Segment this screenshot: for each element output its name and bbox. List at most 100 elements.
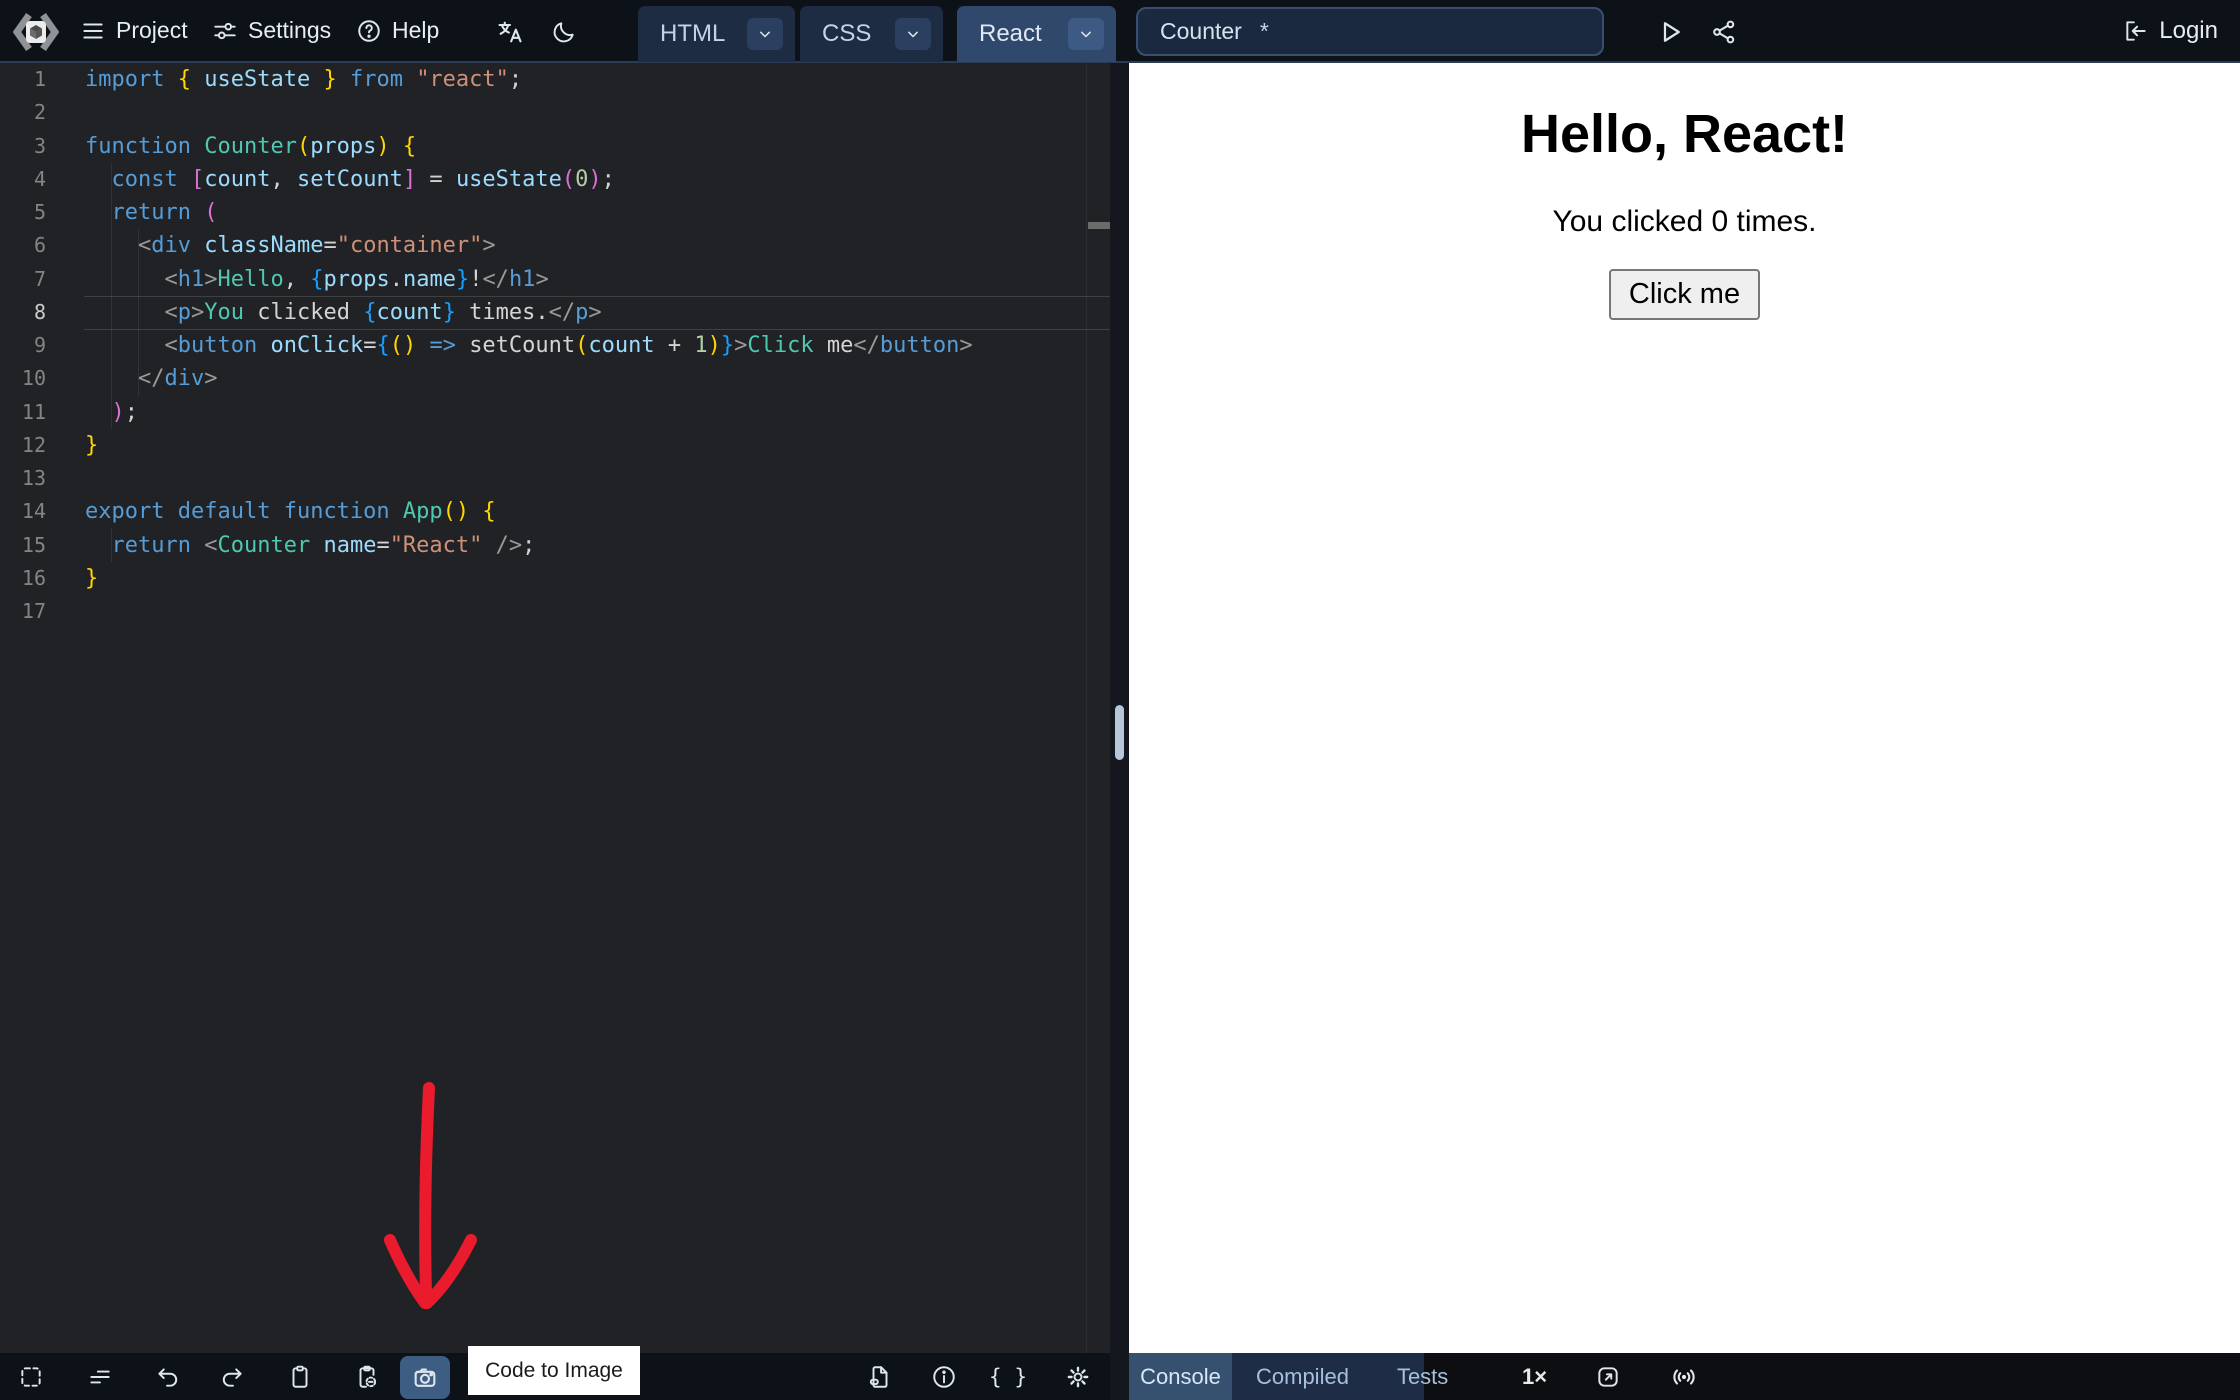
code-text: function Counter(props) { [85,133,417,159]
menu-settings[interactable]: Settings [212,0,331,61]
line-number: 14 [21,499,46,524]
code-line-16[interactable]: 16} [0,562,1110,595]
menu-settings-label: Settings [248,17,332,43]
indent-guide [111,528,112,562]
project-title-text: Counter [1160,18,1242,44]
preview-pane: Hello, React! You clicked 0 times. Click… [1129,63,2240,1353]
scrollbar-track [1086,63,1087,1353]
pane-divider[interactable] [1110,63,1129,1400]
tab-react[interactable]: React [957,6,1116,62]
menu-help[interactable]: Help [356,0,439,61]
indent-guide [111,163,112,429]
tab-react-label: React [979,20,1042,47]
gear-icon [1067,1366,1089,1388]
code-line-5[interactable]: 5 return ( [0,196,1110,229]
run-button[interactable] [1652,14,1688,50]
login-button[interactable]: Login [2123,0,2218,61]
line-number: 16 [21,565,46,590]
undo-button[interactable] [153,1363,181,1391]
code-line-15[interactable]: 15 return <Counter name="React" />; [0,529,1110,562]
open-external-button[interactable] [1593,1353,1623,1400]
tab-css[interactable]: CSS [800,6,943,62]
translate-icon[interactable] [492,14,528,50]
code-line-11[interactable]: 11 ); [0,396,1110,429]
sliders-icon [214,22,236,39]
menu-help-label: Help [392,17,440,43]
moon-icon[interactable] [546,14,582,50]
selection-icon [21,1367,41,1387]
code-text: </div> [137,366,218,392]
line-number: 11 [21,399,46,424]
divider-drag-handle[interactable] [1115,705,1124,760]
code-line-9[interactable]: 9 <button onClick={() => setCount(count … [0,329,1110,362]
tab-tests-label: Tests [1396,1363,1449,1389]
paste-button[interactable] [286,1363,314,1391]
code-text: <button onClick={() => setCount(count + … [164,333,973,358]
tab-html[interactable]: HTML [638,6,795,62]
line-number: 7 [33,266,46,291]
copy-button[interactable] [353,1363,381,1391]
code-line-12[interactable]: 12} [0,429,1110,462]
line-number: 4 [33,166,46,191]
info-button[interactable] [930,1363,958,1391]
format-icon [90,1370,110,1384]
code-line-7[interactable]: 7 <h1>Hello, {props.name}!</h1> [0,263,1110,296]
code-text: } [85,432,99,458]
menu-project[interactable]: Project [80,0,188,61]
top-nav: Project Settings Help HTML CSS React Cou… [0,0,2240,63]
redo-button[interactable] [219,1363,247,1391]
chevron-down-icon[interactable] [747,18,783,50]
file-link-button[interactable] [866,1363,894,1391]
scrollbar-marker[interactable] [1088,222,1110,229]
play-icon [1663,22,1680,42]
line-number: 9 [33,333,46,357]
line-number: 5 [33,200,46,224]
click-me-button[interactable]: Click me [1608,269,1761,320]
clipboard-minus-icon [359,1365,377,1388]
code-editor[interactable]: 1 import { useState } from "react"; 2 3 func… [0,63,1110,1353]
code-text: return ( [111,200,218,225]
tab-css-label: CSS [822,20,872,47]
code-line-17[interactable]: 17 [0,595,1110,628]
code-line-4[interactable]: 4 const [count, setCount] = useState(0); [0,163,1110,196]
open-external-icon [1598,1366,1618,1387]
line-number: 2 [33,100,46,125]
code-lines: 1 import { useState } from "react"; 2 3 func… [0,63,1110,628]
redo-icon [222,1368,242,1387]
code-text: export default function App() { [85,499,496,525]
tab-compiled[interactable]: Compiled [1232,1364,1373,1390]
hamburger-icon [83,23,103,38]
preview-toolbar: Console Compiled Tests 1× [1129,1353,2240,1400]
line-number: 17 [21,599,46,623]
project-title-input[interactable]: Counter * [1136,7,1604,56]
code-to-image-button[interactable] [400,1356,450,1399]
line-number: 1 [33,67,46,91]
code-line-1[interactable]: 1 import { useState } from "react"; [0,63,1110,96]
code-text: return <Counter name="React" />; [111,532,536,558]
tab-tests[interactable]: Tests [1373,1364,1472,1390]
tab-console[interactable]: Console [1129,1353,1232,1400]
braces-icon[interactable]: { } [989,1363,1027,1391]
format-code-button[interactable] [86,1363,114,1391]
code-line-10[interactable]: 10 </div> [0,362,1110,395]
preview-heading: Hello, React! [1520,104,1849,164]
code-line-6[interactable]: 6 <div className="container"> [0,229,1110,262]
chevron-down-icon[interactable] [895,18,931,50]
line-number: 15 [21,532,46,557]
code-line-14[interactable]: 14 export default function App() { [0,495,1110,528]
chevron-down-icon[interactable] [1068,18,1104,50]
select-all-button[interactable] [17,1363,45,1391]
code-line-2[interactable]: 2 [0,96,1110,129]
file-link-icon [869,1366,888,1388]
share-button[interactable] [1706,14,1742,50]
line-number: 10 [21,366,46,391]
tab-compiled-label: Compiled [1256,1363,1349,1389]
zoom-level[interactable]: 1× [1522,1353,1547,1400]
live-reload-button[interactable] [1669,1353,1699,1400]
share-icon [1713,20,1735,44]
code-line-3[interactable]: 3 function Counter(props) { [0,130,1110,163]
playcode-logo[interactable] [12,8,60,56]
editor-settings-button[interactable] [1064,1363,1092,1391]
code-line-13[interactable]: 13 [0,462,1110,495]
clipboard-icon [292,1365,308,1388]
